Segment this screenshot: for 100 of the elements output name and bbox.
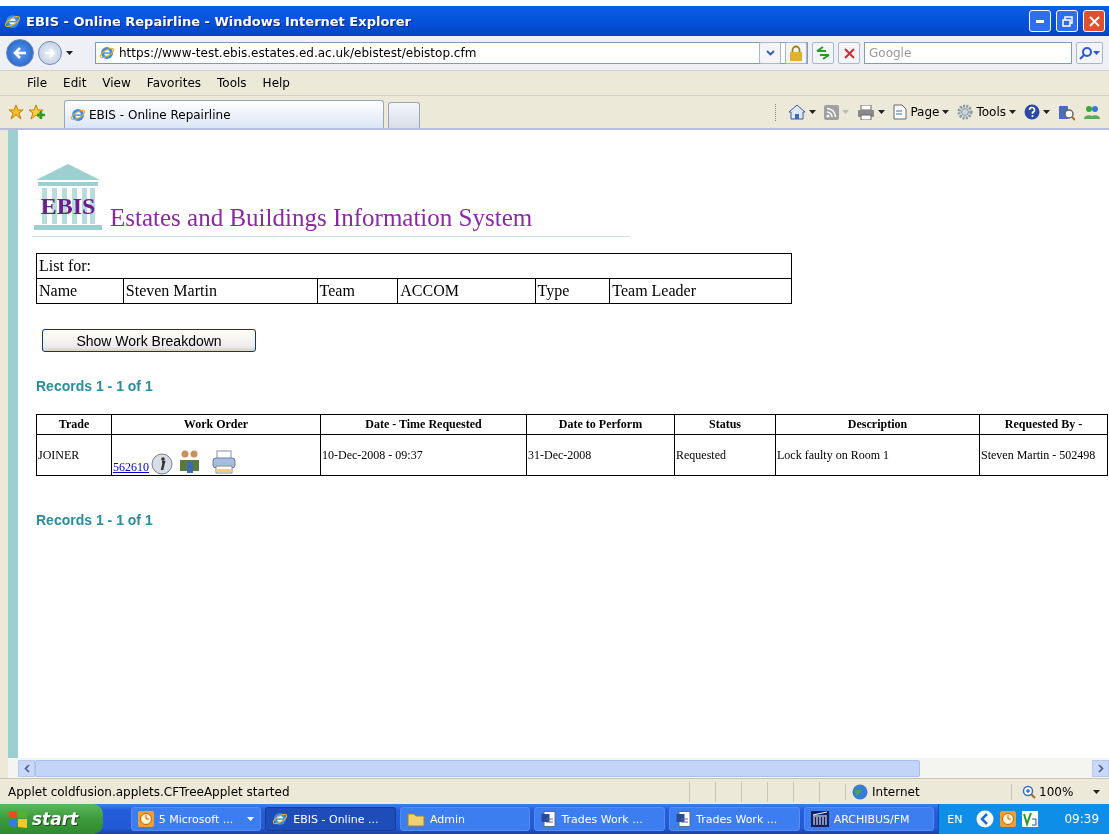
table-cell: Team (317, 278, 398, 304)
chevron-left-icon[interactable] (976, 810, 995, 828)
feed-icon (824, 104, 840, 120)
column-header: Work Order (111, 414, 321, 435)
book-magnifier-icon (1058, 103, 1075, 121)
document-icon (676, 811, 692, 827)
close-icon (843, 47, 855, 59)
status-text: Applet coldfusion.applets.CFTreeApplet started (8, 784, 291, 799)
column-header: Date to Perform (526, 414, 675, 435)
dropdown-caret-icon (1009, 110, 1016, 114)
menu-item[interactable]: Favorites (139, 74, 209, 92)
print-button[interactable] (857, 104, 886, 120)
records-count: Records 1 - 1 of 1 (36, 512, 154, 528)
scrollbar-thumb[interactable] (35, 759, 920, 777)
star-icon (8, 104, 24, 120)
browser-e-icon (70, 106, 86, 123)
taskbar-button[interactable]: EBIS - Online ... (265, 807, 396, 831)
table-cell: Name (36, 278, 124, 304)
table-cell: List for: (36, 253, 792, 279)
search-field[interactable]: Google (864, 42, 1072, 64)
taskbar-button[interactable]: Trades Work ... (669, 807, 800, 831)
gear-icon (957, 104, 974, 120)
globe-icon (852, 783, 868, 800)
dropdown-caret-icon (809, 110, 817, 114)
table-cell: 10-Dec-2008 - 09:37 (320, 434, 527, 476)
menu-item[interactable]: Edit (56, 74, 94, 92)
chevron-down-icon (765, 50, 775, 56)
work-order-link[interactable]: 562610 (113, 460, 149, 474)
taskbar-button[interactable]: Admin (399, 807, 531, 831)
help-button[interactable] (1024, 104, 1050, 120)
star-plus-icon (28, 104, 46, 120)
address-dropdown-button[interactable] (759, 42, 781, 64)
home-button[interactable] (788, 104, 817, 120)
research-button[interactable] (1058, 103, 1075, 121)
logo-text: EBIS (40, 194, 96, 218)
chevron-left-icon (23, 763, 30, 773)
menu-item[interactable]: Help (255, 74, 297, 92)
taskbar-button[interactable]: ARCHIBUS/FM (803, 807, 935, 831)
table-cell: 31-Dec-2008 (526, 434, 675, 476)
dropdown-caret-icon (1043, 110, 1050, 114)
page-icon (893, 104, 908, 120)
zoom-button[interactable]: 100% (1011, 783, 1109, 800)
search-button[interactable] (1076, 42, 1103, 64)
dropdown-caret-icon (878, 110, 886, 114)
page-button[interactable]: Page (893, 104, 950, 120)
dropdown-caret-icon (1093, 51, 1100, 55)
clock: 09:39 (1064, 812, 1100, 826)
printer-icon (857, 104, 876, 120)
dropdown-caret-icon (842, 110, 850, 114)
printer-icon[interactable] (211, 449, 237, 475)
back-button[interactable] (6, 39, 34, 67)
restore-icon (1061, 15, 1073, 27)
column-header: Trade (36, 414, 112, 435)
close-icon (1088, 15, 1100, 27)
start-button[interactable]: start (0, 804, 103, 834)
menu-item[interactable]: File (20, 74, 55, 92)
column-header: Requested By - (979, 414, 1108, 435)
info-icon[interactable] (151, 453, 173, 475)
building-icon (810, 811, 829, 827)
scroll-right-button[interactable] (1092, 759, 1109, 777)
security-lock-button[interactable] (785, 42, 807, 64)
favorites-button[interactable] (8, 104, 24, 120)
security-zone: Internet (845, 783, 1011, 800)
forward-button[interactable] (38, 41, 62, 65)
taskbar-button[interactable]: 5 Microsoft ... (130, 807, 262, 831)
close-button[interactable] (1083, 10, 1105, 32)
column-header: Description (775, 414, 980, 435)
padlock-icon (789, 45, 803, 61)
scroll-left-button[interactable] (18, 759, 35, 777)
language-indicator: EN (947, 812, 963, 826)
address-field[interactable]: https://www-test.ebis.estates.ed.ac.uk/ebistest/ebistop.cfm (95, 42, 808, 64)
add-favorites-button[interactable] (28, 104, 46, 120)
people-icon (1083, 104, 1101, 120)
folder-icon (406, 811, 425, 827)
refresh-button[interactable] (812, 42, 834, 64)
menu-item[interactable]: View (95, 74, 138, 92)
minimize-button[interactable] (1029, 10, 1051, 32)
table-cell: JOINER (36, 434, 112, 476)
clock-icon (137, 811, 154, 827)
stop-button[interactable] (838, 42, 860, 64)
feed-button[interactable] (824, 104, 850, 120)
dropdown-caret-icon (247, 817, 255, 821)
help-icon (1024, 104, 1040, 120)
zoom-in-icon (1022, 784, 1036, 799)
people-icon[interactable] (179, 449, 201, 475)
messenger-button[interactable] (1083, 104, 1101, 120)
menu-item[interactable]: Tools (210, 74, 254, 92)
table-cell: Requested (674, 434, 776, 476)
document-icon (541, 811, 557, 827)
browser-e-icon (99, 45, 115, 61)
tools-button[interactable]: Tools (957, 104, 1016, 120)
taskbar-button[interactable]: Trades Work ... (534, 807, 666, 831)
restore-button[interactable] (1056, 10, 1078, 32)
building-columns-icon (32, 162, 104, 232)
search-icon (1079, 46, 1093, 60)
browser-tab[interactable]: EBIS - Online Repairline (64, 100, 384, 128)
show-work-breakdown-button[interactable]: Show Work Breakdown (42, 329, 256, 352)
window-title: EBIS - Online Repairline - Windows Internet Explorer (26, 13, 412, 29)
dropdown-caret-icon (942, 110, 950, 114)
column-header: Date - Time Requested (320, 414, 527, 435)
